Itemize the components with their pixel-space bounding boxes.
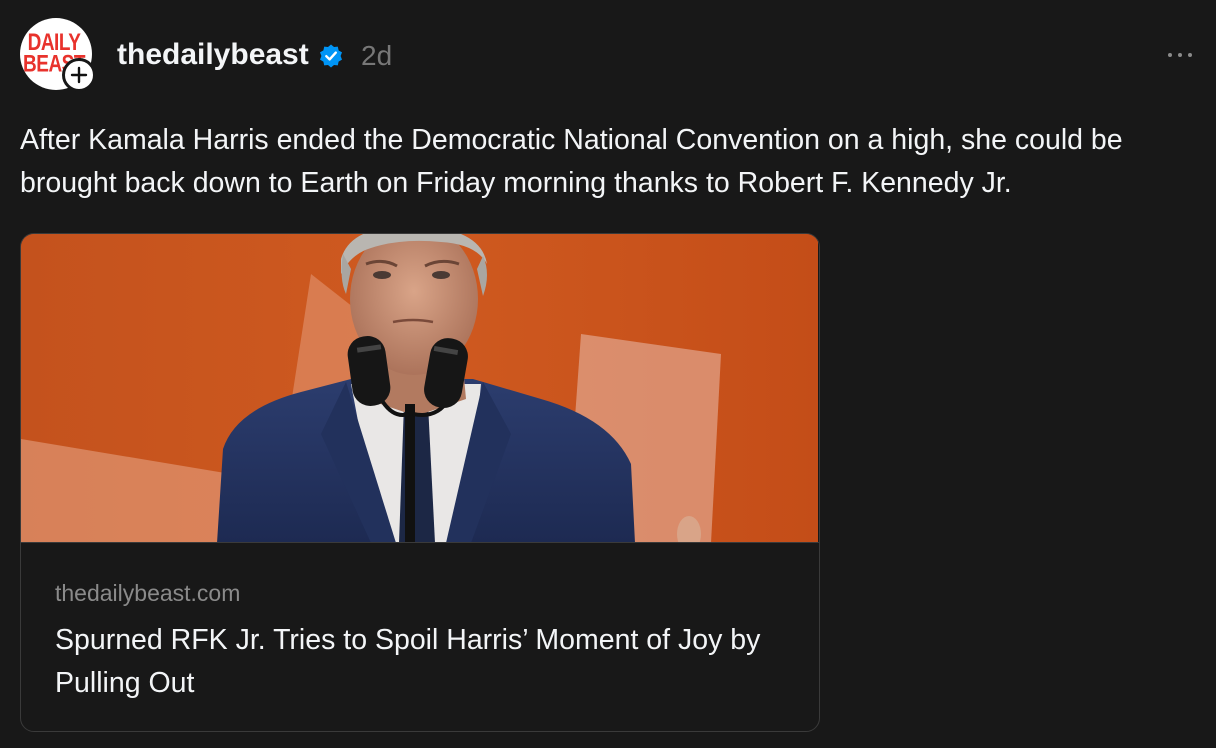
plus-icon (70, 66, 88, 84)
follow-button[interactable] (62, 58, 96, 92)
link-domain: thedailybeast.com (55, 580, 241, 606)
post-caption: After Kamala Harris ended the Democratic… (20, 124, 1123, 199)
author-username[interactable]: thedailybeast (117, 38, 309, 72)
verified-badge-icon (320, 44, 342, 68)
link-preview-card[interactable]: thedailybeast.com Spurned RFK Jr. Tries … (20, 233, 820, 732)
more-dot (1178, 53, 1182, 57)
post-timestamp: 2d (361, 40, 393, 71)
avatar-container[interactable]: DAILY BEAST (20, 18, 96, 92)
link-title[interactable]: Spurned RFK Jr. Tries to Spoil Harris’ M… (55, 619, 795, 705)
post: DAILY BEAST thedailybeast 2d After Kamal… (0, 0, 1216, 748)
card-divider (21, 542, 819, 543)
more-dot (1188, 53, 1192, 57)
link-preview-image (21, 234, 818, 543)
more-options-icon (1168, 53, 1172, 57)
more-options-button[interactable] (1164, 44, 1196, 66)
